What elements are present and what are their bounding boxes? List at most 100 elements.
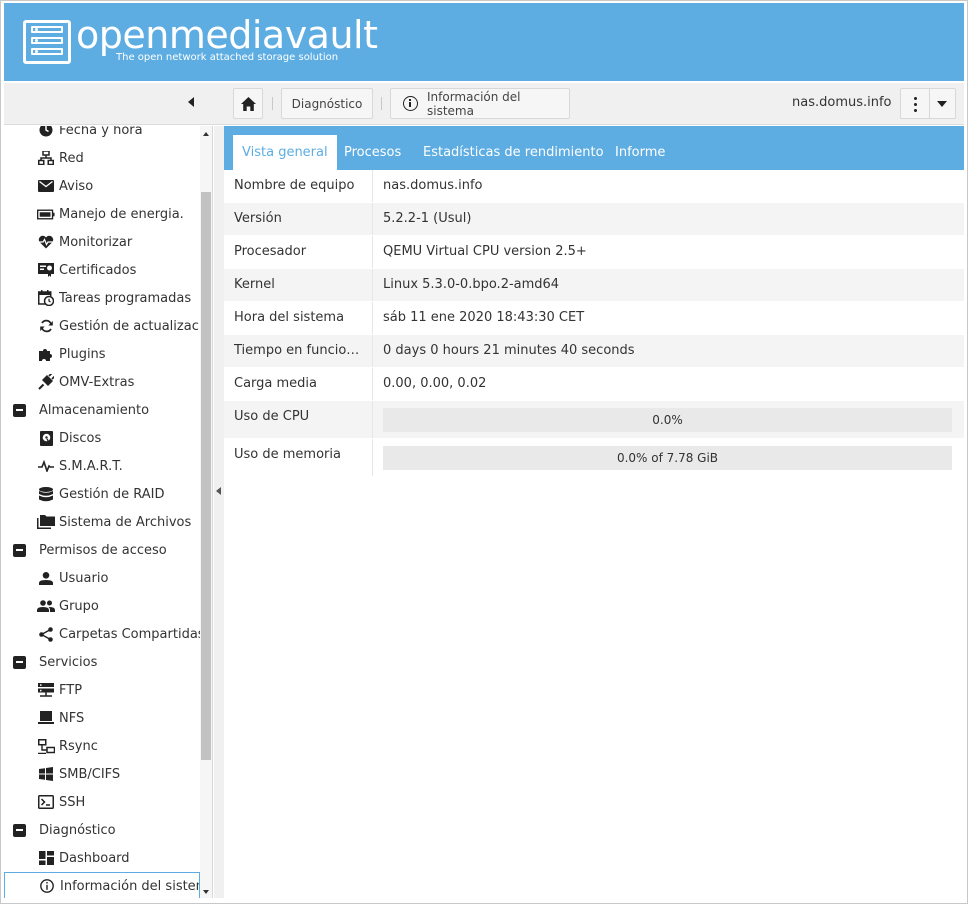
sidebar-item-update-management[interactable]: Gestión de actualizacio [4,312,200,340]
sidebar-item-date-time[interactable]: Fecha y hora [4,126,200,144]
kebab-menu-icon[interactable] [914,97,917,112]
database-icon [37,485,55,503]
sidebar-item-disks[interactable]: Discos [4,424,200,452]
sidebar-item-scheduled-tasks[interactable]: Tareas programadas [4,284,200,312]
sidebar-item-certificates[interactable]: Certificados [4,256,200,284]
table-row: Versión 5.2.2-1 (Usul) [224,203,964,236]
row-label: Kernel [224,269,373,301]
heart-pulse-icon [37,233,55,251]
sidebar-group-access-rights[interactable]: Permisos de acceso [4,536,200,564]
sidebar-item-label: Gestión de RAID [59,486,165,502]
memory-usage-bar: 0.0% of 7.78 GiB [383,446,952,470]
collapse-group-icon[interactable] [13,823,26,837]
sidebar-item-network[interactable]: Red [4,144,200,172]
sidebar-item-notification[interactable]: Aviso [4,172,200,200]
info-icon [38,877,56,895]
sidebar-group-storage[interactable]: Almacenamiento [4,396,200,424]
sidebar-item-label: SMB/CIFS [59,766,121,782]
sidebar-group-label: Almacenamiento [39,402,150,418]
sidebar-item-dashboard[interactable]: Dashboard [4,844,200,872]
row-label: Procesador [224,236,373,268]
breadcrumb-separator [272,97,273,110]
sidebar-group-label: Diagnóstico [39,822,116,838]
table-row: Tiempo en funcion… 0 days 0 hours 21 min… [224,335,964,368]
app-header: openmediavault The open network attached… [4,3,964,81]
sidebar-group-services[interactable]: Servicios [4,648,200,676]
breadcrumb-system-info[interactable]: Información del sistema [390,88,570,119]
scroll-thumb[interactable] [201,192,211,760]
sidebar-group-diagnostics[interactable]: Diagnóstico [4,816,200,844]
tab-performance-stats[interactable]: Estadísticas de rendimiento [423,135,604,170]
collapse-group-icon[interactable] [13,403,26,417]
row-label: Tiempo en funcion… [224,335,373,367]
breadcrumb-label: Información del sistema [427,89,521,118]
tab-report[interactable]: Informe [615,135,665,170]
memory-usage-text: 0.0% of 7.78 GiB [616,451,719,465]
row-value: Linux 5.3.0-0.bpo.2-amd64 [383,277,560,292]
tab-overview[interactable]: Vista general [233,135,337,170]
sidebar-item-plugins[interactable]: Plugins [4,340,200,368]
sidebar-item-label: Gestión de actualizacio [59,318,200,334]
breadcrumb-separator [381,97,382,110]
terminal-icon [37,793,55,811]
sidebar-item-label: Fecha y hora [59,126,143,138]
disk-icon [37,429,55,447]
sidebar-item-ssh[interactable]: SSH [4,788,200,816]
hostname-label: nas.domus.info [792,95,892,110]
collapse-sidebar-icon[interactable] [188,97,194,107]
sidebar-item-label: Red [59,150,84,166]
sidebar-item-smart[interactable]: S.M.A.R.T. [4,452,200,480]
sidebar-item-label: Grupo [59,598,99,614]
sidebar-item-shared-folders[interactable]: Carpetas Compartidas [4,620,200,648]
tab-processes[interactable]: Procesos [344,135,401,170]
lan-icon [37,737,55,755]
row-value: sáb 11 ene 2020 18:43:30 CET [383,310,585,325]
folders-icon [37,513,55,531]
sidebar-item-label: OMV-Extras [59,374,135,390]
sidebar-item-raid[interactable]: Gestión de RAID [4,480,200,508]
collapse-left-icon[interactable] [216,487,221,495]
brand-name: openmediavault [76,13,378,57]
sidebar-item-omv-extras[interactable]: OMV-Extras [4,368,200,396]
sidebar-item-smb-cifs[interactable]: SMB/CIFS [4,760,200,788]
collapse-group-icon[interactable] [13,543,26,557]
chevron-down-icon[interactable] [937,101,947,107]
table-row: Kernel Linux 5.3.0-0.bpo.2-amd64 [224,269,964,302]
calendar-clock-icon [37,289,55,307]
row-value: nas.domus.info [383,178,483,193]
pulse-icon [37,457,55,475]
breadcrumb-diagnostico[interactable]: Diagnóstico [281,88,373,119]
clock-icon [37,126,55,139]
sidebar-item-rsync[interactable]: Rsync [4,732,200,760]
collapse-group-icon[interactable] [13,655,26,669]
sidebar-item-monitoring[interactable]: Monitorizar [4,228,200,256]
user-menu-button[interactable] [900,88,956,119]
nav-tree: Fecha y hora Red Aviso Manejo de energia… [4,126,200,898]
sidebar-nav: Fecha y hora Red Aviso Manejo de energia… [4,126,213,898]
sidebar-item-label: Aviso [59,178,94,194]
dashboard-icon [37,849,55,867]
envelope-icon [37,177,55,195]
sidebar-item-nfs[interactable]: NFS [4,704,200,732]
sidebar-item-label: S.M.A.R.T. [59,458,123,474]
scroll-down-arrow-icon[interactable] [203,890,209,894]
sidebar-item-power[interactable]: Manejo de energia. [4,200,200,228]
row-value: QEMU Virtual CPU version 2.5+ [383,244,587,259]
home-icon [240,96,256,111]
share-icon [37,625,55,643]
sidebar-item-label: Plugins [59,346,106,362]
sidebar-splitter[interactable] [214,126,224,898]
tab-bar: Vista general Procesos Estadísticas de r… [224,126,964,170]
sidebar-item-user[interactable]: Usuario [4,564,200,592]
scroll-up-arrow-icon[interactable] [203,132,209,136]
sidebar-item-ftp[interactable]: FTP [4,676,200,704]
certificate-icon [37,261,55,279]
sidebar-item-system-information[interactable]: Información del sistem [4,872,200,898]
sidebar-scrollbar[interactable] [200,126,212,898]
server-icon [37,681,55,699]
row-label: Nombre de equipo [224,170,373,202]
table-row-memory: Uso de memoria 0.0% of 7.78 GiB [224,439,964,477]
sidebar-item-group[interactable]: Grupo [4,592,200,620]
home-button[interactable] [233,88,263,119]
sidebar-item-filesystems[interactable]: Sistema de Archivos [4,508,200,536]
